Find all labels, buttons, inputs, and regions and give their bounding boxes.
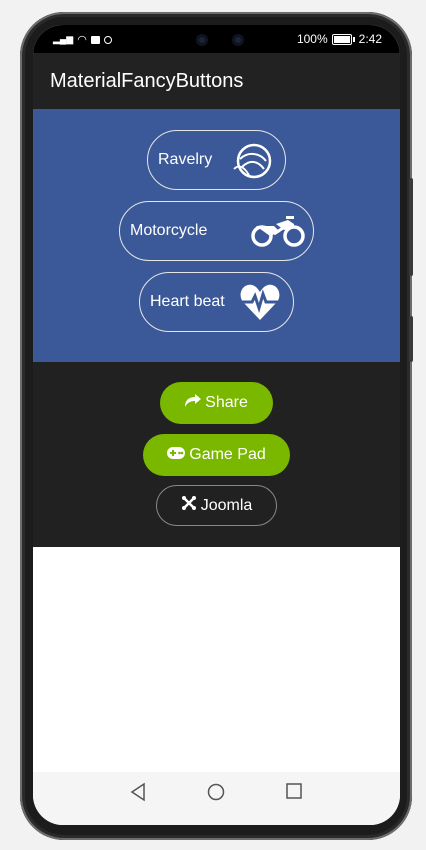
power-button — [409, 316, 413, 362]
share-button[interactable]: Share — [160, 382, 273, 424]
pill-buttons-section: Share Game Pad Joomla — [33, 362, 400, 547]
ravelry-label: Ravelry — [158, 151, 213, 168]
status-right: 100% 2:42 — [297, 32, 382, 46]
status-bar: ▂▄▆ ◠ 100% 2:42 — [33, 25, 400, 55]
gamepad-label: Game Pad — [189, 446, 266, 463]
camera-cutout — [175, 25, 263, 55]
app-title: MaterialFancyButtons — [50, 70, 244, 92]
ravelry-icon — [230, 139, 274, 188]
joomla-icon — [181, 495, 197, 516]
motorcycle-icon — [250, 214, 306, 253]
clock: 2:42 — [358, 32, 382, 46]
volume-button — [409, 178, 413, 276]
battery-icon — [331, 33, 352, 45]
ravelry-button[interactable]: Ravelry — [147, 130, 286, 190]
heartbeat-label: Heart beat — [150, 293, 225, 310]
front-sensor — [232, 34, 244, 46]
back-icon[interactable] — [129, 782, 147, 807]
fancy-buttons-section: Ravelry Motorcycle Heart beat — [33, 109, 400, 362]
app-bar: MaterialFancyButtons — [33, 53, 400, 109]
joomla-label: Joomla — [200, 496, 253, 514]
screen: ▂▄▆ ◠ 100% 2:42 MaterialFancyButtons Rav… — [33, 25, 400, 825]
share-icon — [185, 393, 202, 413]
motorcycle-label: Motorcycle — [130, 222, 208, 239]
battery-percent: 100% — [296, 32, 328, 46]
heartbeat-button[interactable]: Heart beat — [139, 272, 294, 332]
signal-icon: ▂▄▆ — [53, 34, 74, 44]
alarm-icon — [103, 35, 112, 44]
front-camera — [196, 34, 208, 46]
wifi-icon: ◠ — [77, 34, 87, 46]
share-label: Share — [205, 394, 248, 411]
joomla-button[interactable]: Joomla — [156, 485, 277, 526]
heartbeat-icon — [238, 280, 282, 329]
motorcycle-button[interactable]: Motorcycle — [119, 201, 314, 261]
gamepad-button[interactable]: Game Pad — [143, 434, 290, 476]
navigation-bar — [33, 772, 400, 825]
notification-icon — [90, 35, 100, 44]
recents-icon[interactable] — [286, 783, 302, 804]
status-icons: ▂▄▆ ◠ — [53, 33, 112, 46]
gamepad-icon — [167, 446, 186, 464]
home-icon[interactable] — [207, 783, 225, 806]
